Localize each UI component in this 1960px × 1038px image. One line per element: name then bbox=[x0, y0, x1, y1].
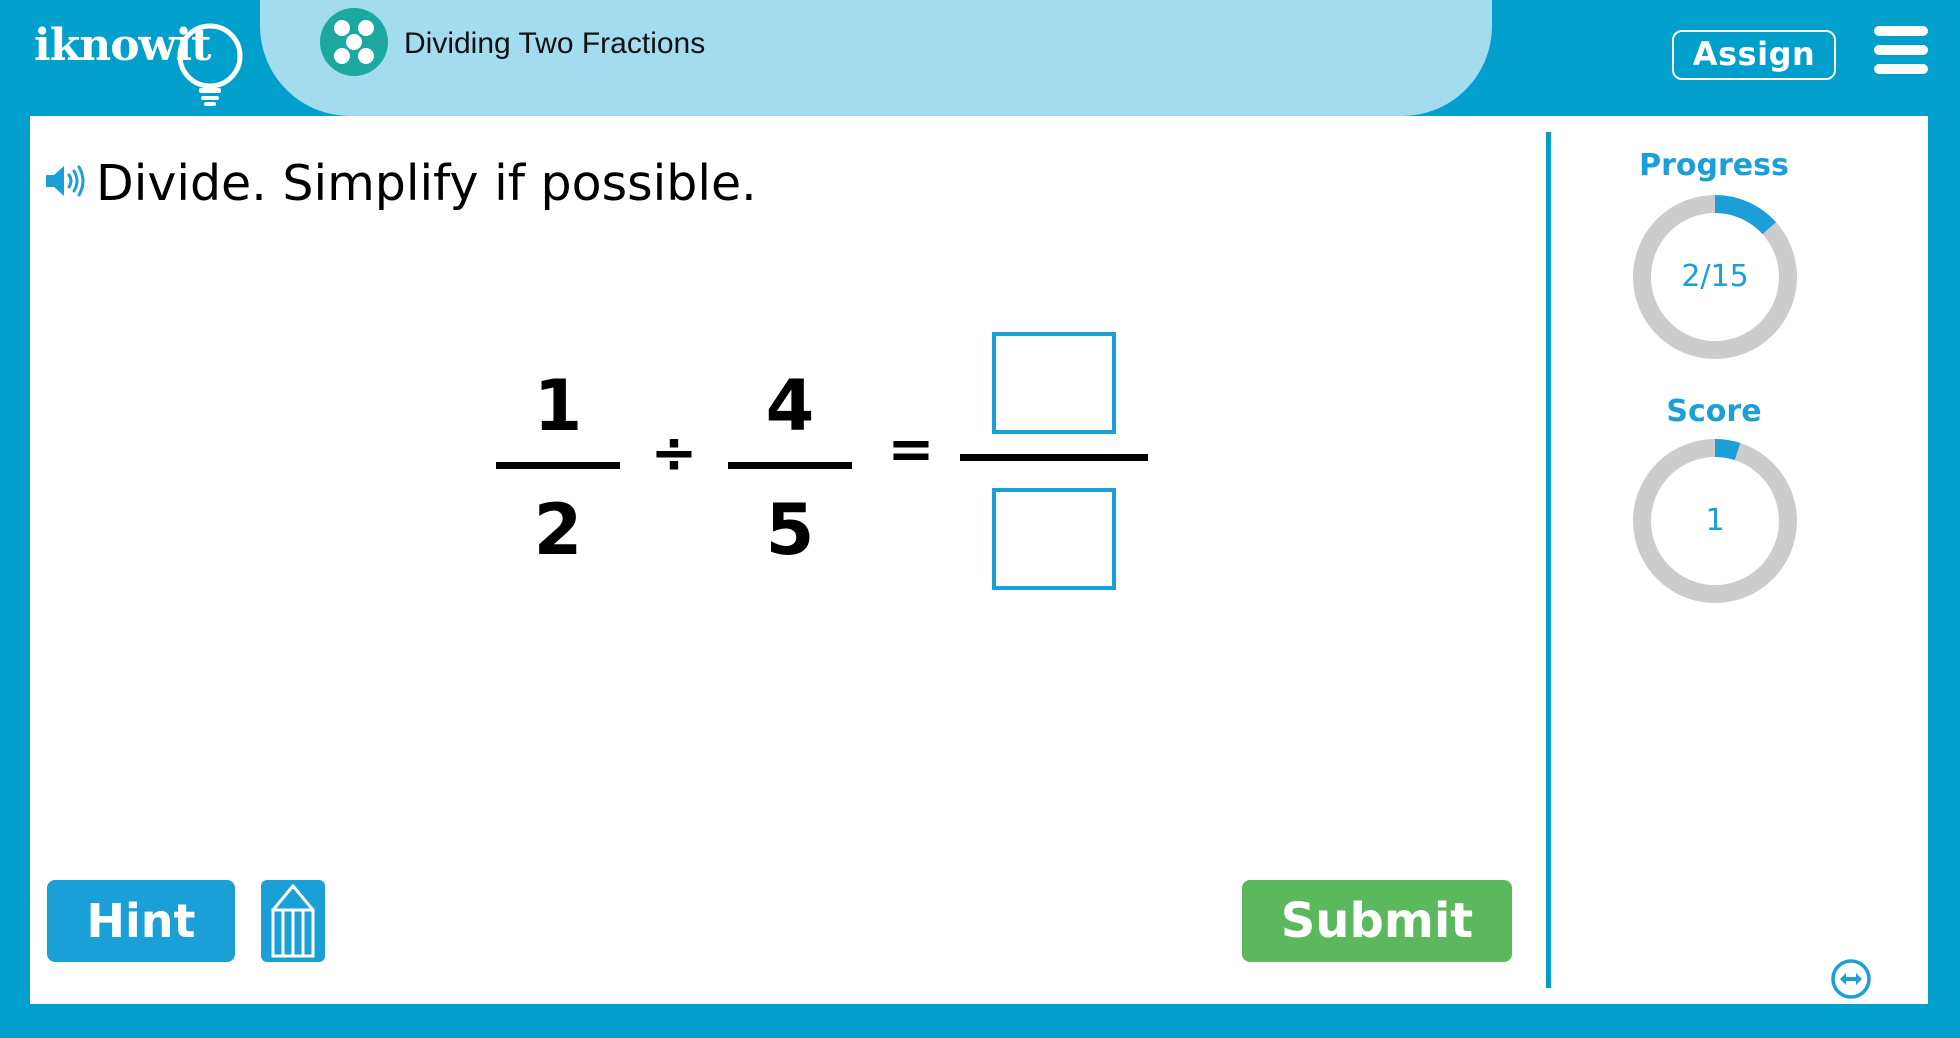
hint-button[interactable]: Hint bbox=[47, 880, 235, 962]
division-sign: ÷ bbox=[650, 421, 698, 486]
lightbulb-icon bbox=[177, 23, 243, 106]
score-value: 1 bbox=[1705, 503, 1725, 538]
lesson-title: Dividing Two Fractions bbox=[404, 27, 706, 60]
dots-circle-icon bbox=[320, 8, 388, 76]
panel-divider bbox=[1546, 132, 1551, 988]
fraction1-denominator: 2 bbox=[533, 489, 583, 571]
pencil-icon bbox=[271, 883, 315, 958]
question-panel: Divide. Simplify if possible. 1 2 ÷ 4 5 … bbox=[30, 116, 1928, 1004]
score-label: Score bbox=[1666, 394, 1762, 429]
speaker-icon[interactable] bbox=[44, 163, 88, 199]
header-bar: iknowit Dividing Two Fractions Assign bbox=[0, 0, 1960, 116]
fraction1-bar bbox=[496, 462, 620, 469]
equals-sign: = bbox=[887, 417, 935, 482]
assign-button[interactable]: Assign bbox=[1672, 30, 1836, 80]
progress-label: Progress bbox=[1639, 148, 1789, 183]
fraction1-numerator: 1 bbox=[533, 365, 583, 447]
progress-value: 2/15 bbox=[1681, 259, 1749, 294]
hamburger-menu-icon[interactable] bbox=[1874, 26, 1928, 74]
fraction2-denominator: 5 bbox=[765, 489, 815, 571]
question-instruction: Divide. Simplify if possible. bbox=[96, 155, 757, 212]
menu-bar bbox=[1874, 26, 1928, 36]
expand-arrows-icon[interactable] bbox=[1830, 958, 1872, 1000]
iknowit-logo[interactable]: iknowit bbox=[34, 18, 243, 106]
submit-button[interactable]: Submit bbox=[1242, 880, 1512, 962]
fraction2-numerator: 4 bbox=[765, 365, 815, 447]
fraction2-bar bbox=[728, 462, 852, 469]
menu-bar bbox=[1874, 45, 1928, 55]
answer-denominator-input[interactable] bbox=[992, 488, 1116, 590]
menu-bar bbox=[1874, 64, 1928, 74]
answer-numerator-input[interactable] bbox=[992, 332, 1116, 434]
answer-fraction-bar bbox=[960, 454, 1148, 461]
pencil-button[interactable] bbox=[261, 880, 325, 962]
